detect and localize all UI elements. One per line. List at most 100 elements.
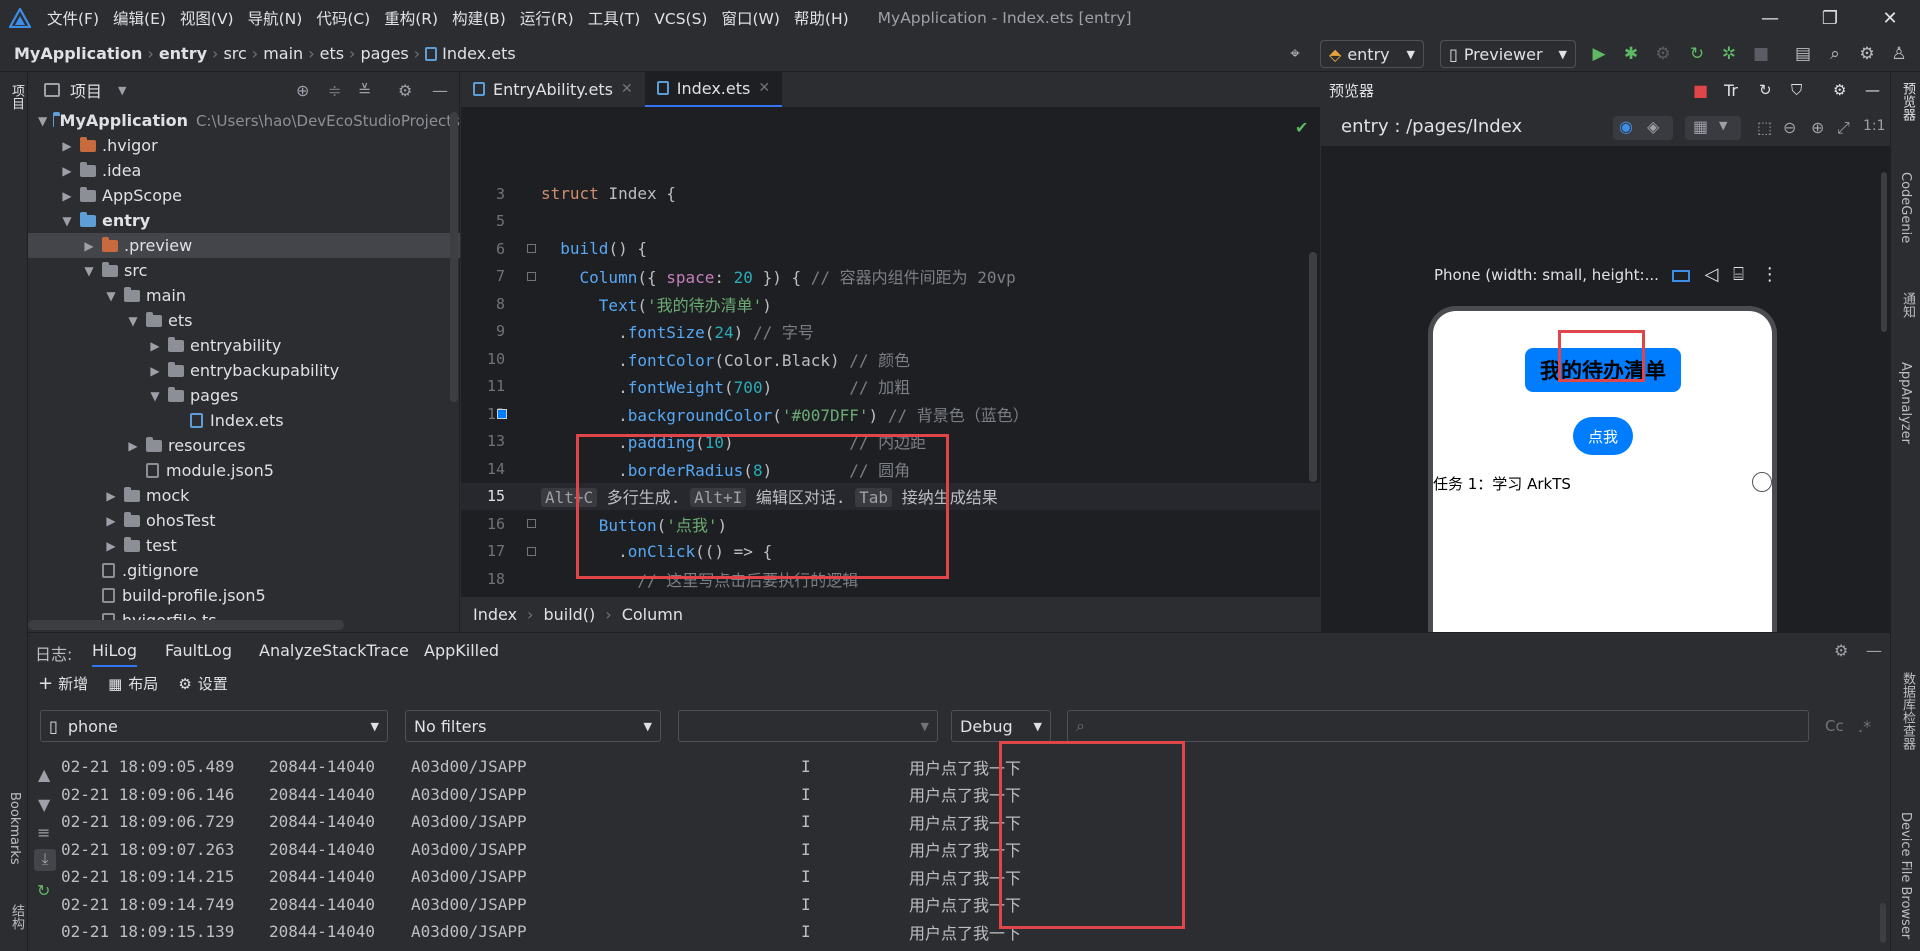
add-button[interactable]: 新增	[58, 673, 88, 694]
tree-item[interactable]: ▶ AppScope	[28, 183, 460, 208]
breadcrumb-item[interactable]: entry	[159, 44, 207, 63]
editor-tab[interactable]: EntryAbility.ets ✕	[461, 71, 645, 107]
tool-device-file-browser[interactable]: Device File Browser	[1898, 812, 1913, 939]
fold-marker-icon[interactable]	[527, 546, 536, 556]
tool-previewer[interactable]: 预览器	[1898, 82, 1917, 121]
tree-item[interactable]: ▶ resources	[28, 433, 460, 458]
stop-preview-icon[interactable]: ■	[1693, 81, 1708, 100]
soft-wrap-icon[interactable]: ≡	[37, 823, 50, 842]
fold-marker-icon[interactable]	[527, 271, 536, 281]
editor-scrollbar[interactable]	[1309, 252, 1317, 482]
fit-icon[interactable]: ⬚	[1757, 118, 1772, 137]
account-icon[interactable]: ♙	[1888, 43, 1910, 65]
scroll-to-end-icon[interactable]: ⤓	[34, 849, 56, 871]
filter-select[interactable]: No filters ▼	[405, 710, 661, 742]
tree-item[interactable]: ▶ mock	[28, 483, 460, 508]
tool-codegenie[interactable]: CodeGenie	[1898, 172, 1913, 243]
log-search-input[interactable]: ⌕	[1067, 710, 1809, 742]
apply-changes-icon[interactable]: ↻	[1686, 43, 1708, 65]
editor-tab[interactable]: Index.ets ✕	[644, 71, 783, 107]
back-icon[interactable]: ◁	[1704, 264, 1718, 285]
device-selector[interactable]: ▯ Previewer ▼	[1440, 40, 1576, 68]
debug-icon[interactable]: ✱	[1620, 43, 1642, 65]
menu-item[interactable]: 帮助(H)	[794, 10, 849, 28]
level-select[interactable]: Debug ▼	[951, 710, 1051, 742]
menu-item[interactable]: 构建(B)	[452, 10, 506, 28]
settings-button[interactable]: 设置	[198, 673, 228, 694]
tool-notifications[interactable]: 通知	[1898, 292, 1917, 318]
tree-root[interactable]: ▼ MyApplication C:\Users\hao\DevEcoStudi…	[28, 108, 460, 133]
collapse-all-icon[interactable]: ≚	[358, 81, 371, 100]
text-tool-icon[interactable]: Tr	[1724, 81, 1738, 100]
zoom-in-icon[interactable]: ⊕	[1811, 118, 1824, 137]
menu-item[interactable]: 窗口(W)	[721, 10, 779, 28]
close-icon[interactable]: ✕	[1860, 0, 1920, 36]
editor-breadcrumb-item[interactable]: build()	[543, 605, 595, 624]
package-select[interactable]: ▼	[678, 710, 938, 742]
menu-item[interactable]: 重构(R)	[384, 10, 438, 28]
minimize-icon[interactable]: —	[1740, 0, 1800, 36]
tree-item[interactable]: ▶ entryability	[28, 333, 460, 358]
layout-button[interactable]: 布局	[128, 673, 158, 694]
breadcrumb-item[interactable]: src	[223, 44, 246, 63]
breadcrumb-item[interactable]: MyApplication	[14, 44, 142, 63]
attach-debugger-icon[interactable]: ⚙	[1652, 43, 1674, 65]
close-tab-icon[interactable]: ✕	[758, 80, 770, 96]
fullscreen-icon[interactable]: ⤢	[1837, 118, 1850, 138]
match-case-icon[interactable]: Cc	[1825, 717, 1844, 735]
tree-item[interactable]: build-profile.json5	[28, 583, 460, 608]
chevron-down-icon[interactable]: ▼	[1719, 119, 1727, 132]
ratio-icon[interactable]: 1:1	[1863, 118, 1886, 134]
search-icon[interactable]: ⌕	[1824, 43, 1846, 65]
tree-item[interactable]: ▼ src	[28, 258, 460, 283]
menu-item[interactable]: 导航(N)	[248, 10, 303, 28]
log-tab[interactable]: AppKilled	[424, 641, 499, 660]
hide-icon[interactable]: —	[432, 81, 448, 100]
tree-item[interactable]: ▶ test	[28, 533, 460, 558]
tool-structure[interactable]: 结构	[7, 904, 26, 930]
tree-item[interactable]: ▼ ets	[28, 308, 460, 333]
gear-icon[interactable]: ⚙	[1834, 641, 1848, 660]
gear-icon[interactable]: ⚙	[398, 81, 412, 100]
settings-icon[interactable]: ⚙	[1856, 43, 1878, 65]
add-icon[interactable]: +	[38, 673, 53, 694]
tree-item[interactable]: ▼ pages	[28, 383, 460, 408]
preview-scrollbar[interactable]	[1881, 172, 1887, 332]
task-checkbox[interactable]	[1752, 472, 1772, 492]
zoom-out-icon[interactable]: ⊖	[1783, 118, 1796, 137]
project-panel-title[interactable]: 项目	[70, 78, 102, 102]
fold-marker-icon[interactable]	[527, 244, 536, 253]
breadcrumb-item[interactable]: Index.ets	[442, 44, 516, 63]
menu-item[interactable]: 代码(C)	[316, 10, 370, 28]
layout-icon[interactable]: ▦	[108, 675, 122, 693]
tree-item[interactable]: ▼ main	[28, 283, 460, 308]
scroll-up-icon[interactable]: ▲	[38, 765, 50, 784]
tree-h-scrollbar[interactable]	[28, 620, 344, 630]
breadcrumb-item[interactable]: pages	[360, 44, 408, 63]
profiler-icon[interactable]: ✲	[1718, 43, 1740, 65]
layers-icon[interactable]: ◈	[1647, 117, 1659, 136]
menu-item[interactable]: 编辑(E)	[113, 10, 166, 28]
tree-item[interactable]: ▶ .hvigor	[28, 133, 460, 158]
menu-item[interactable]: 运行(R)	[520, 10, 574, 28]
target-icon[interactable]: ⌖	[1284, 43, 1306, 65]
hide-icon[interactable]: —	[1866, 641, 1882, 660]
tree-item[interactable]: ▶ ohosTest	[28, 508, 460, 533]
more-icon[interactable]: ⋮	[1761, 264, 1779, 285]
menu-item[interactable]: 工具(T)	[588, 10, 641, 28]
screen-icon[interactable]	[1671, 269, 1690, 282]
grid-icon[interactable]: ▦	[1693, 117, 1708, 136]
tool-appanalyzer[interactable]: AppAnalyzer	[1898, 362, 1913, 444]
tree-scrollbar[interactable]	[450, 112, 458, 402]
tree-item[interactable]: ▶ .preview	[28, 233, 460, 258]
rotate-icon[interactable]: ⌸	[1733, 264, 1744, 285]
log-scrollbar[interactable]	[1880, 903, 1886, 943]
log-tab[interactable]: FaultLog	[165, 641, 232, 660]
menu-item[interactable]: 视图(V)	[180, 10, 234, 28]
tree-item[interactable]: ▼ entry	[28, 208, 460, 233]
tree-item[interactable]: ▶ .idea	[28, 158, 460, 183]
close-tab-icon[interactable]: ✕	[621, 81, 633, 97]
restore-icon[interactable]: ❐	[1800, 0, 1860, 36]
module-selector[interactable]: ⬘ entry ▼	[1320, 40, 1424, 68]
tree-item[interactable]: ▶ entrybackupability	[28, 358, 460, 383]
